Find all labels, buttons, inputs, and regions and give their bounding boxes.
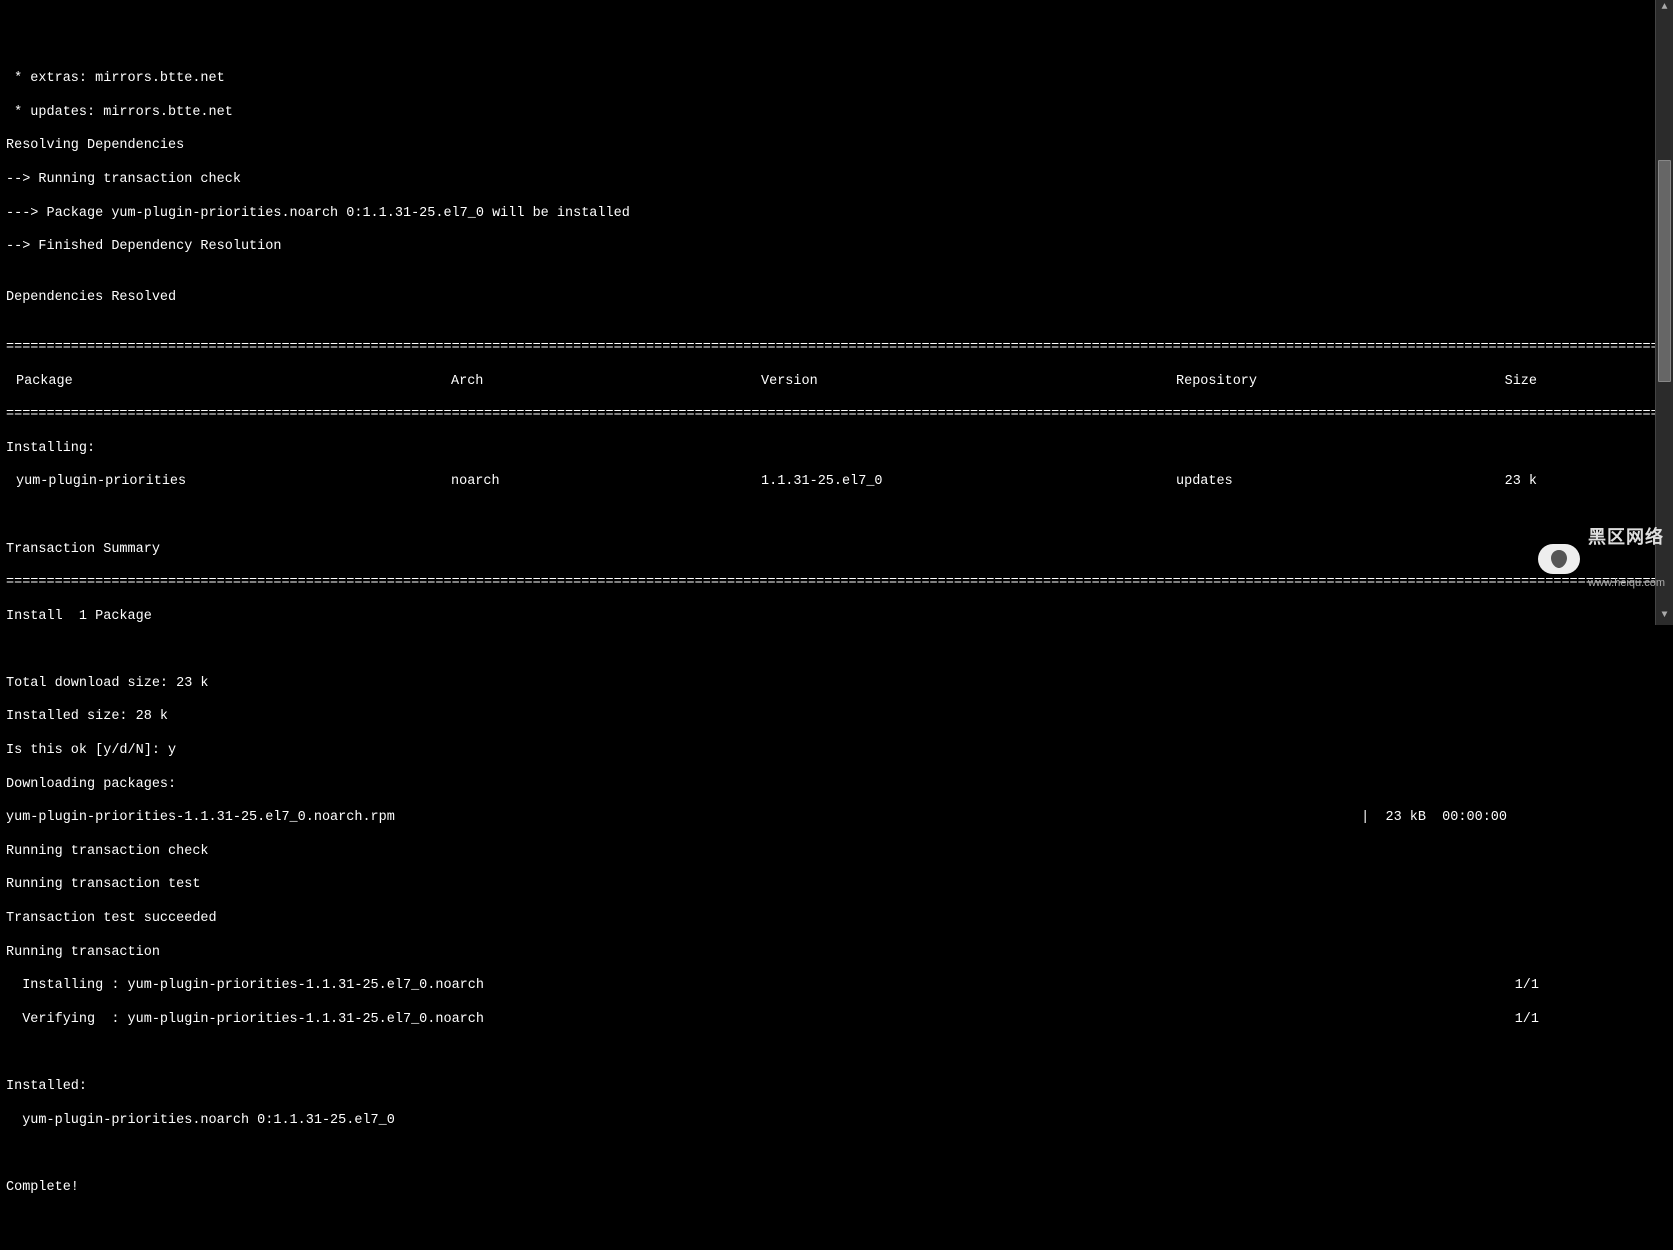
cell-repository: updates	[1176, 474, 1496, 491]
download-row: yum-plugin-priorities-1.1.31-25.el7_0.no…	[6, 810, 1667, 827]
col-header-size: Size	[1496, 374, 1667, 391]
total-download-size: Total download size: 23 k	[6, 676, 1667, 693]
transaction-summary-label: Transaction Summary	[6, 542, 1667, 559]
col-header-version: Version	[761, 374, 1176, 391]
blank-line	[6, 1146, 1667, 1163]
output-line: Dependencies Resolved	[6, 290, 1667, 307]
col-header-arch: Arch	[451, 374, 761, 391]
output-line: * updates: mirrors.btte.net	[6, 105, 1667, 122]
install-count: Install 1 Package	[6, 609, 1667, 626]
installed-size: Installed size: 28 k	[6, 709, 1667, 726]
verify-progress: 1/1	[484, 1012, 1667, 1029]
cell-version: 1.1.31-25.el7_0	[761, 474, 1176, 491]
install-step: Installing : yum-plugin-priorities-1.1.3…	[6, 978, 484, 995]
watermark-title: 黑区网络	[1588, 528, 1665, 548]
watermark-text: 黑区网络 www.heiqu.com	[1588, 498, 1665, 619]
divider: ========================================…	[6, 340, 1667, 357]
output-line: ---> Package yum-plugin-priorities.noarc…	[6, 206, 1667, 223]
watermark: 黑区网络 www.heiqu.com	[1538, 498, 1665, 619]
rpm-filename: yum-plugin-priorities-1.1.31-25.el7_0.no…	[6, 810, 395, 827]
installed-label: Installed:	[6, 1079, 1667, 1096]
output-line: * extras: mirrors.btte.net	[6, 71, 1667, 88]
output-line: Running transaction	[6, 945, 1667, 962]
confirm-prompt: Is this ok [y/d/N]: y	[6, 743, 1667, 760]
complete-label: Complete!	[6, 1180, 1667, 1197]
verify-progress-row: Verifying : yum-plugin-priorities-1.1.31…	[6, 1012, 1667, 1029]
verify-step: Verifying : yum-plugin-priorities-1.1.31…	[6, 1012, 484, 1029]
divider: ========================================…	[6, 407, 1667, 424]
rpm-stats: | 23 kB 00:00:00	[395, 810, 1667, 827]
output-line: Running transaction test	[6, 877, 1667, 894]
table-row: yum-plugin-priorities noarch 1.1.31-25.e…	[6, 474, 1667, 491]
watermark-logo-icon	[1538, 544, 1580, 574]
cell-arch: noarch	[451, 474, 761, 491]
blank-line	[6, 1045, 1667, 1062]
output-line: Running transaction check	[6, 844, 1667, 861]
scrollbar-thumb[interactable]	[1658, 160, 1671, 382]
install-progress: 1/1	[484, 978, 1667, 995]
output-line: --> Running transaction check	[6, 172, 1667, 189]
table-header-row: Package Arch Version Repository Size	[6, 374, 1667, 391]
output-line: Resolving Dependencies	[6, 138, 1667, 155]
watermark-url: www.heiqu.com	[1588, 577, 1665, 589]
blank-line	[6, 508, 1667, 525]
blank-line	[6, 642, 1667, 659]
installed-package: yum-plugin-priorities.noarch 0:1.1.31-25…	[6, 1113, 1667, 1130]
col-header-package: Package	[6, 374, 451, 391]
col-header-repository: Repository	[1176, 374, 1496, 391]
scroll-up-arrow-icon[interactable]: ▲	[1656, 0, 1673, 17]
installing-label: Installing:	[6, 441, 1667, 458]
cell-size: 23 k	[1496, 474, 1667, 491]
output-line: Transaction test succeeded	[6, 911, 1667, 928]
downloading-label: Downloading packages:	[6, 777, 1667, 794]
output-line: --> Finished Dependency Resolution	[6, 239, 1667, 256]
cell-package: yum-plugin-priorities	[6, 474, 451, 491]
divider: ========================================…	[6, 575, 1667, 592]
install-progress-row: Installing : yum-plugin-priorities-1.1.3…	[6, 978, 1667, 995]
